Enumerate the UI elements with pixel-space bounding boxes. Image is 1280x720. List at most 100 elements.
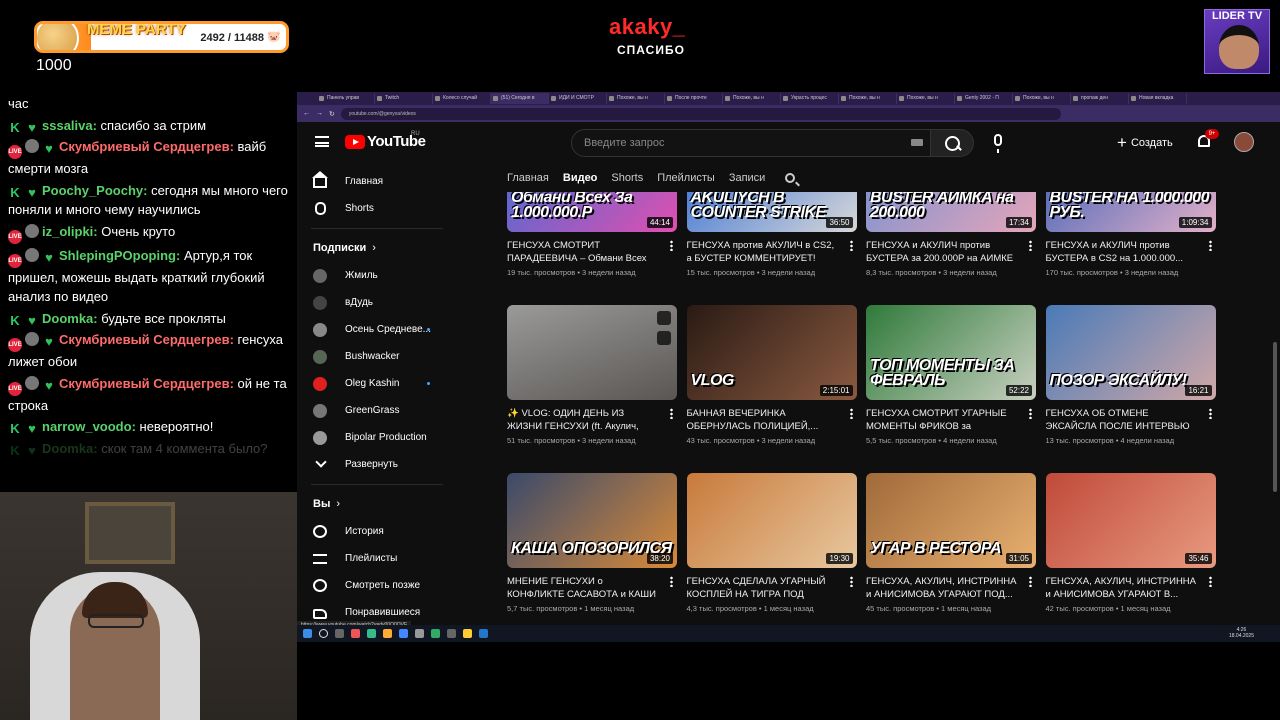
- video-thumbnail[interactable]: 35:46: [1045, 473, 1216, 568]
- browser-tab[interactable]: Похоже, вы н: [897, 93, 955, 104]
- video-card[interactable]: VLOG 2:15:01 БАННАЯ ВЕЧЕРИНКА ОБЕРНУЛАСЬ П…: [686, 305, 857, 445]
- video-card[interactable]: ТОП МОМЕНТЫ ЗА ФЕВРАЛЬ 52:22 ГЕНСУХА СМОТР…: [866, 305, 1036, 445]
- video-title[interactable]: ГЕНСУХА, АКУЛИЧ, ИНСТРИННА и АНИСИМОВА У…: [1046, 575, 1198, 601]
- sidebar-item[interactable]: История: [297, 518, 457, 545]
- video-thumbnail[interactable]: ТОП МОМЕНТЫ ЗА ФЕВРАЛЬ 52:22: [866, 305, 1036, 400]
- sidebar-item[interactable]: Shorts: [297, 195, 457, 222]
- taskbar-app-icon[interactable]: [415, 629, 424, 638]
- video-card[interactable]: 35:46 ГЕНСУХА, АКУЛИЧ, ИНСТРИННА и АНИСИМ…: [1045, 473, 1216, 613]
- video-thumbnail[interactable]: BUSTER АИМКА на 200.000 17:34: [866, 192, 1036, 232]
- more-options-icon[interactable]: [1208, 576, 1212, 587]
- video-thumbnail[interactable]: УГАР В РЕСТОРА 31:05: [866, 473, 1036, 568]
- browser-tab[interactable]: Twitch: [375, 93, 433, 104]
- more-options-icon[interactable]: [1029, 240, 1032, 251]
- more-options-icon[interactable]: [1029, 408, 1032, 419]
- video-title[interactable]: БАННАЯ ВЕЧЕРИНКА ОБЕРНУЛАСЬ ПОЛИЦИЕЙ,...: [687, 407, 839, 433]
- sidebar-subscription[interactable]: Oleg Kashin: [297, 370, 457, 397]
- video-thumbnail[interactable]: GENSYXA vs AKULIYCH В COUNTER STRIKE36:5…: [686, 192, 857, 232]
- sidebar-subscription[interactable]: Bushwacker: [297, 343, 457, 370]
- account-avatar[interactable]: [1234, 132, 1254, 152]
- video-title[interactable]: ГЕНСУХА и АКУЛИЧ против БУСТЕРА за 200.0…: [866, 239, 1018, 265]
- sidebar-item[interactable]: Главная: [297, 168, 457, 195]
- keyboard-icon[interactable]: [911, 139, 923, 146]
- channel-search-icon[interactable]: [785, 173, 796, 183]
- video-title[interactable]: МНЕНИЕ ГЕНСУХИ о КОНФЛИКТЕ САСАВОТА и КА…: [507, 575, 659, 601]
- taskbar-app-icon[interactable]: [351, 629, 360, 638]
- taskbar-search-icon[interactable]: [319, 629, 328, 638]
- video-title[interactable]: ГЕНСУХА, АКУЛИЧ, ИНСТРИННА и АНИСИМОВА У…: [866, 575, 1018, 601]
- video-title[interactable]: ГЕНСУХА СДЕЛАЛА УГАРНЫЙ КОСПЛЕЙ НА ТИГРА…: [687, 575, 839, 601]
- video-title[interactable]: ГЕНСУХА СМОТРИТ ПАРАДЕЕВИЧА – Обмани Все…: [507, 239, 659, 265]
- browser-tab[interactable]: Панель управ: [317, 93, 375, 104]
- more-options-icon[interactable]: [849, 240, 853, 251]
- sidebar-item[interactable]: Плейлисты: [297, 545, 457, 572]
- browser-tab[interactable]: пропаж ден: [1071, 93, 1129, 104]
- sidebar-subscription[interactable]: Развернуть: [297, 451, 457, 478]
- taskbar-app-icon[interactable]: [447, 629, 456, 638]
- video-card[interactable]: Обмани Всех За 1.000.000.Р 44:14 ГЕНСУХА С…: [507, 192, 677, 277]
- sidebar-subscription[interactable]: Осень Средневе...: [297, 316, 457, 343]
- reload-icon[interactable]: ↻: [329, 110, 335, 118]
- video-card[interactable]: BUSTER АИМКА на 200.000 17:34 ГЕНСУХА и АК…: [866, 192, 1036, 277]
- scrollbar[interactable]: [1273, 342, 1277, 492]
- browser-tab[interactable]: Новая вкладка: [1129, 93, 1187, 104]
- video-card[interactable]: ПОЗОР ЭКСАЙЛУ! 16:21 ГЕНСУХА ОБ ОТМЕНЕ ЭКС…: [1045, 305, 1216, 445]
- sidebar-item[interactable]: Смотреть позже: [297, 572, 457, 599]
- taskbar-clock[interactable]: 4:26 18.04.2025: [1229, 627, 1254, 639]
- video-thumbnail[interactable]: VLOG 2:15:01: [686, 305, 857, 400]
- video-thumbnail[interactable]: Обмани Всех За 1.000.000.Р 44:14: [507, 192, 677, 232]
- back-icon[interactable]: ←: [303, 110, 310, 117]
- add-to-queue-icon[interactable]: [657, 331, 671, 345]
- more-options-icon[interactable]: [670, 408, 673, 419]
- microphone-icon[interactable]: [994, 134, 1002, 153]
- taskbar-app-icon[interactable]: [367, 629, 376, 638]
- forward-icon[interactable]: →: [316, 110, 323, 117]
- video-title[interactable]: ГЕНСУХА СМОТРИТ УГАРНЫЕ МОМЕНТЫ ФРИКОВ з…: [866, 407, 1018, 433]
- subscriptions-heading[interactable]: Подписки ›: [297, 235, 457, 262]
- video-thumbnail[interactable]: [507, 305, 677, 400]
- browser-tab[interactable]: Колесо случай: [433, 93, 491, 104]
- sidebar-subscription[interactable]: Bipolar Production: [297, 424, 457, 451]
- video-card[interactable]: GENSYXA vs AKULIYCH В COUNTER STRIKE36:5…: [686, 192, 857, 277]
- browser-tab[interactable]: Украсть процес: [781, 93, 839, 104]
- video-title[interactable]: ГЕНСУХА и АКУЛИЧ против БУСТЕРА в CS2 на…: [1046, 239, 1198, 265]
- taskbar-app-icon[interactable]: [399, 629, 408, 638]
- browser-tab[interactable]: После прочте: [665, 93, 723, 104]
- tab-3[interactable]: Плейлисты: [657, 172, 715, 184]
- you-heading[interactable]: Вы ›: [297, 491, 457, 518]
- video-card[interactable]: BUSTER НА 1.000.000 РУБ. 1:09:34 ГЕНСУХА и…: [1045, 192, 1216, 277]
- video-thumbnail[interactable]: BUSTER НА 1.000.000 РУБ. 1:09:34: [1045, 192, 1216, 232]
- sidebar-subscription[interactable]: Жмиль: [297, 262, 457, 289]
- search-button[interactable]: [931, 129, 974, 157]
- video-title[interactable]: ГЕНСУХА против АКУЛИЧ в CS2, а БУСТЕР КО…: [687, 239, 839, 265]
- watch-later-icon[interactable]: [657, 311, 671, 325]
- more-options-icon[interactable]: [670, 576, 673, 587]
- video-card[interactable]: УГАР В РЕСТОРА 31:05 ГЕНСУХА, АКУЛИЧ, ИНСТ…: [866, 473, 1036, 613]
- more-options-icon[interactable]: [1029, 576, 1032, 587]
- sidebar-subscription[interactable]: вДудь: [297, 289, 457, 316]
- browser-tab[interactable]: Genty 2002 - П: [955, 93, 1013, 104]
- menu-icon[interactable]: [315, 136, 329, 147]
- browser-tab[interactable]: (51) Сегодня в: [491, 93, 549, 104]
- sidebar-item[interactable]: Понравившиеся: [297, 599, 457, 623]
- browser-tab[interactable]: Похоже, вы н: [607, 93, 665, 104]
- taskbar-app-icon[interactable]: [383, 629, 392, 638]
- video-thumbnail[interactable]: КАША ОПОЗОРИЛСЯ 38:20: [507, 473, 677, 568]
- tab-2[interactable]: Shorts: [611, 172, 643, 184]
- browser-tab[interactable]: Похоже, вы н: [723, 93, 781, 104]
- tab-1[interactable]: Видео: [563, 172, 598, 184]
- browser-tab[interactable]: Похоже, вы н: [839, 93, 897, 104]
- tab-0[interactable]: Главная: [507, 172, 549, 184]
- video-card[interactable]: КАША ОПОЗОРИЛСЯ 38:20 МНЕНИЕ ГЕНСУХИ о КОН…: [507, 473, 677, 613]
- browser-tab[interactable]: Похоже, вы н: [1013, 93, 1071, 104]
- search-input[interactable]: Введите запрос: [571, 129, 931, 157]
- create-button[interactable]: + Создать: [1117, 132, 1173, 154]
- video-title[interactable]: ✨ VLOG: ОДИН ДЕНЬ ИЗ ЖИЗНИ ГЕНСУХИ (ft. …: [507, 407, 659, 433]
- video-card[interactable]: ✨ VLOG: ОДИН ДЕНЬ ИЗ ЖИЗНИ ГЕНСУХИ (ft. …: [507, 305, 677, 445]
- windows-start-icon[interactable]: [303, 629, 312, 638]
- taskbar-app-icon[interactable]: [335, 629, 344, 638]
- video-card[interactable]: 19:30 ГЕНСУХА СДЕЛАЛА УГАРНЫЙ КОСПЛЕЙ НА …: [686, 473, 857, 613]
- youtube-logo-icon[interactable]: [345, 135, 365, 149]
- video-thumbnail[interactable]: ПОЗОР ЭКСАЙЛУ! 16:21: [1045, 305, 1216, 400]
- taskbar-app-icon[interactable]: [431, 629, 440, 638]
